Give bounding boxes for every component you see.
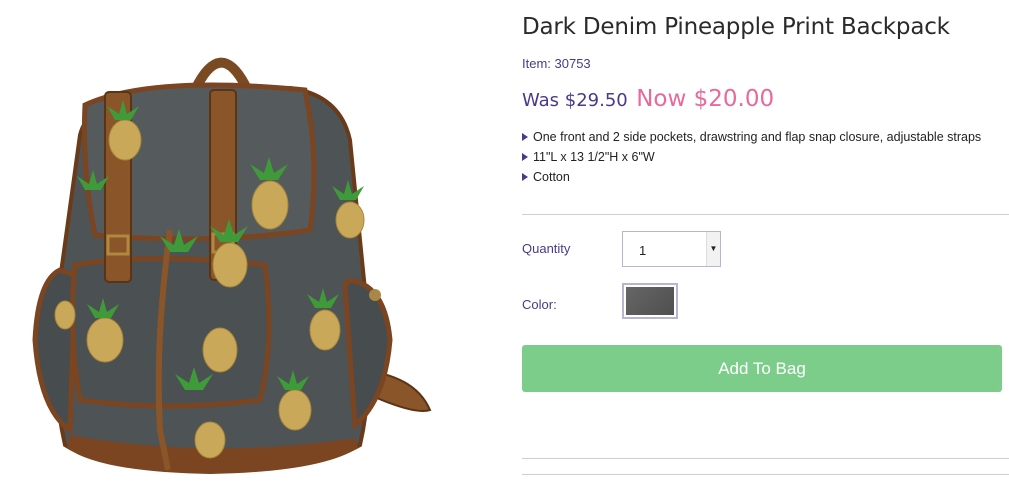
feature-text: Cotton xyxy=(533,170,570,184)
divider xyxy=(522,214,1009,215)
product-title: Dark Denim Pineapple Print Backpack xyxy=(522,14,950,40)
divider xyxy=(522,474,1009,475)
divider xyxy=(522,458,1009,459)
quantity-value: 1 xyxy=(639,243,647,258)
feature-text: 11"L x 13 1/2"H x 6"W xyxy=(533,150,655,164)
color-label: Color: xyxy=(522,297,557,312)
add-to-bag-button[interactable]: Add To Bag xyxy=(522,345,1002,392)
was-price: Was $29.50 xyxy=(522,90,628,111)
bullet-triangle-icon xyxy=(522,173,528,181)
now-price: Now $20.00 xyxy=(636,86,775,112)
item-number: Item: 30753 xyxy=(522,56,591,71)
bullet-triangle-icon xyxy=(522,153,528,161)
chevron-down-icon[interactable]: ▼ xyxy=(706,232,720,266)
color-swatch-fill xyxy=(626,287,674,315)
feature-list: One front and 2 side pockets, drawstring… xyxy=(522,127,981,187)
feature-item: Cotton xyxy=(522,167,981,187)
feature-item: 11"L x 13 1/2"H x 6"W xyxy=(522,147,981,167)
price-block: Was $29.50 Now $20.00 xyxy=(522,86,774,112)
color-swatch[interactable] xyxy=(622,283,678,319)
bullet-triangle-icon xyxy=(522,133,528,141)
feature-text: One front and 2 side pockets, drawstring… xyxy=(533,130,982,144)
quantity-label: Quantity xyxy=(522,241,571,256)
quantity-select[interactable]: 1 ▼ xyxy=(622,231,721,267)
feature-item: One front and 2 side pockets, drawstring… xyxy=(522,127,981,147)
product-image xyxy=(32,57,432,474)
